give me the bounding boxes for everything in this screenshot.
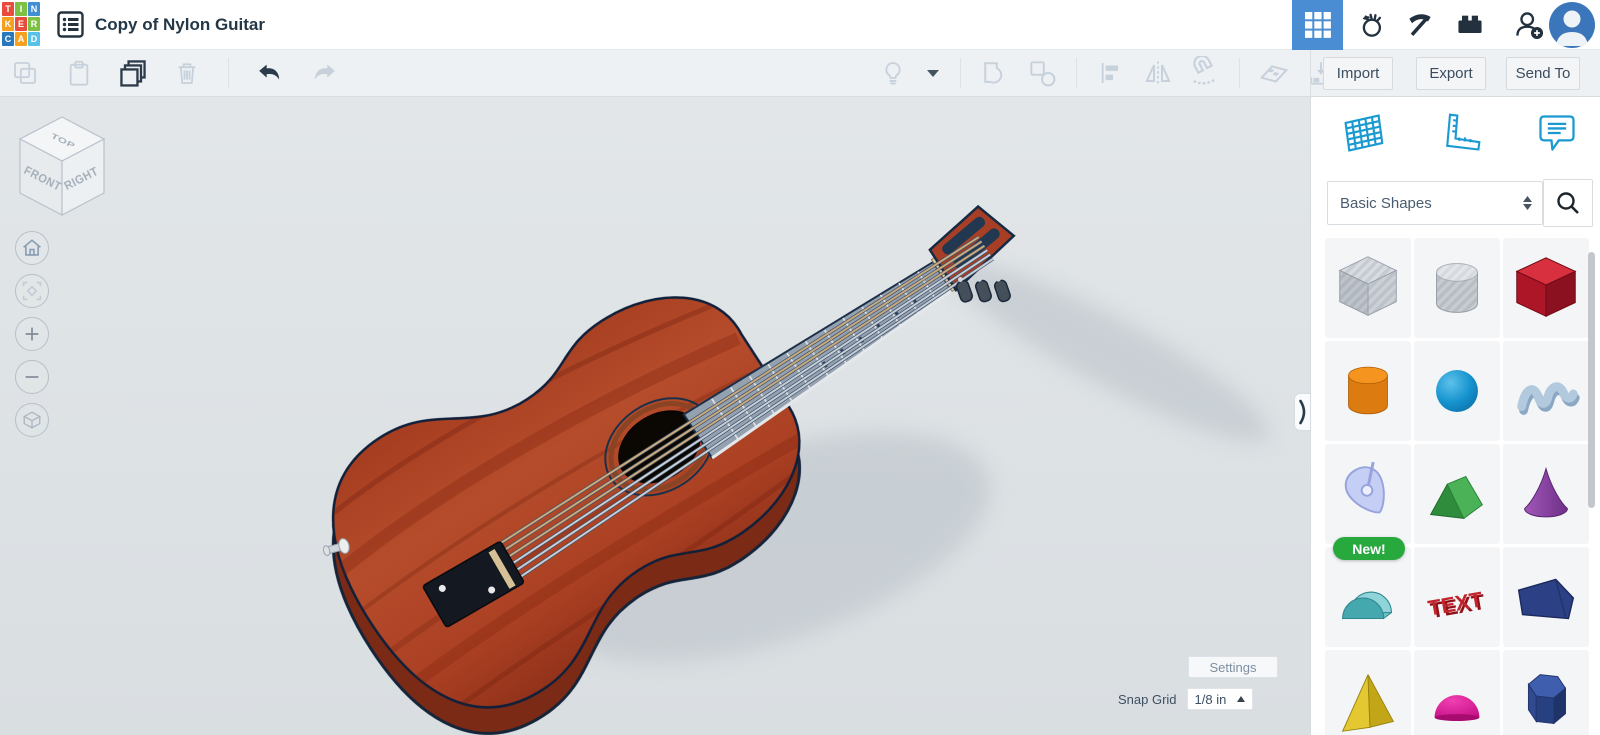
zoom-out-button[interactable] — [15, 360, 49, 394]
logo-tile: T — [2, 2, 14, 16]
grid-icon — [1304, 12, 1331, 38]
group-icon[interactable] — [978, 56, 1012, 90]
shape-text[interactable]: TEXT TEXT — [1414, 547, 1500, 647]
user-avatar[interactable] — [1549, 2, 1595, 48]
shape-cylinder-transparent[interactable] — [1414, 238, 1500, 338]
shape-grid: TEXT TEXT New! — [1325, 238, 1589, 735]
sim-lab-glove-icon[interactable] — [1349, 3, 1393, 47]
delete-icon[interactable] — [170, 56, 204, 90]
toolbar-divider — [1239, 58, 1240, 88]
new-badge: New! — [1333, 537, 1405, 560]
invite-person-add-icon[interactable] — [1507, 3, 1551, 47]
home-view-button[interactable] — [15, 231, 49, 265]
select-arrows-icon — [1523, 196, 1532, 210]
shape-roof[interactable] — [1414, 444, 1500, 544]
text-shape-front: TEXT — [1426, 587, 1484, 620]
3d-viewport[interactable]: TOP FRONT RIGHT Settings Snap Grid 1/8 i… — [0, 97, 1310, 735]
panel-scrollbar[interactable] — [1588, 252, 1595, 508]
header: T I N K E R C A D Copy of Nylon Guitar — [0, 0, 1600, 50]
shape-category-value: Basic Shapes — [1340, 194, 1432, 212]
align-icon[interactable] — [1094, 56, 1128, 90]
settings-button[interactable]: Settings — [1188, 656, 1278, 678]
transfer-buttons-group: Import Export Send To — [1310, 50, 1600, 96]
object-actions-group — [876, 50, 1338, 96]
notes-helper-icon[interactable] — [1535, 109, 1579, 157]
design-menu-icon[interactable] — [57, 11, 84, 38]
shape-cylinder[interactable] — [1325, 341, 1411, 441]
logo-tile: C — [2, 32, 14, 46]
logo-tile: D — [28, 32, 40, 46]
logo-tile: N — [28, 2, 40, 16]
fit-view-button[interactable] — [15, 274, 49, 308]
shape-category-select[interactable]: Basic Shapes — [1327, 181, 1543, 225]
minecraft-pickaxe-icon[interactable] — [1398, 3, 1442, 47]
shape-box-transparent[interactable] — [1325, 238, 1411, 338]
shape-half-sphere[interactable] — [1414, 650, 1500, 735]
shape-box[interactable] — [1503, 238, 1589, 338]
shape-wedge-polygon[interactable] — [1503, 547, 1589, 647]
snap-grid-value: 1/8 in — [1194, 691, 1227, 707]
zoom-in-button[interactable] — [15, 317, 49, 351]
toolbar: Import Export Send To — [0, 50, 1600, 97]
copy-icon[interactable] — [8, 56, 42, 90]
import-button[interactable]: Import — [1323, 57, 1393, 90]
workplane-helper-icon[interactable] — [1341, 109, 1385, 157]
snap-grid-label: Snap Grid — [1118, 691, 1177, 707]
tinkercad-app: T I N K E R C A D Copy of Nylon Guitar I… — [0, 0, 1600, 735]
paste-icon[interactable] — [62, 56, 96, 90]
perspective-toggle-button[interactable] — [15, 403, 49, 437]
caret-up-icon — [1236, 696, 1245, 702]
mirror-icon[interactable] — [1141, 56, 1175, 90]
logo-tile: I — [15, 2, 27, 16]
toolbar-divider — [228, 58, 229, 88]
search-icon — [1557, 192, 1579, 214]
shapes-panel: Basic Shapes TEXT TEXT New! — [1310, 97, 1600, 735]
shape-pyramid[interactable] — [1325, 650, 1411, 735]
toolbar-divider — [960, 58, 961, 88]
snap-grid-select[interactable]: 1/8 in — [1186, 688, 1253, 710]
shape-round-roof[interactable] — [1325, 547, 1411, 647]
logo-tile: R — [28, 17, 40, 31]
workplane-icon[interactable] — [1257, 56, 1291, 90]
logo-tile: E — [15, 17, 27, 31]
undo-icon[interactable] — [253, 56, 287, 90]
shape-sketch[interactable] — [1325, 444, 1411, 544]
page-title: Copy of Nylon Guitar — [95, 15, 265, 34]
send-to-button[interactable]: Send To — [1506, 57, 1580, 90]
export-button[interactable]: Export — [1416, 57, 1486, 90]
avatar-person-icon — [1556, 10, 1588, 46]
view-cube[interactable]: TOP FRONT RIGHT — [12, 107, 112, 219]
search-shapes-button[interactable] — [1543, 179, 1593, 227]
redo-icon[interactable] — [307, 56, 341, 90]
panel-collapse-chevron[interactable] — [1294, 393, 1310, 431]
scene — [287, 204, 1270, 735]
snap-grid-control: Snap Grid 1/8 in — [1118, 688, 1253, 710]
logo-tile: K — [2, 17, 14, 31]
logo-tile: A — [15, 32, 27, 46]
duplicate-icon[interactable] — [116, 56, 150, 90]
tinkercad-logo[interactable]: T I N K E R C A D — [2, 2, 40, 48]
magnet-snap-icon[interactable] — [1188, 56, 1222, 90]
edit-actions-group — [8, 50, 341, 96]
toolbar-divider — [1076, 58, 1077, 88]
shape-cone[interactable] — [1503, 444, 1589, 544]
lightbulb-dropdown-caret[interactable] — [923, 56, 943, 90]
shape-polygon-hex[interactable] — [1503, 650, 1589, 735]
show-all-lightbulb-icon[interactable] — [876, 56, 910, 90]
shape-sphere[interactable] — [1414, 341, 1500, 441]
lego-brick-icon[interactable] — [1448, 3, 1492, 47]
ungroup-icon[interactable] — [1025, 56, 1059, 90]
ruler-helper-icon[interactable] — [1439, 109, 1483, 157]
shape-scribble[interactable] — [1503, 341, 1589, 441]
design-grid-active-tab[interactable] — [1292, 0, 1343, 50]
